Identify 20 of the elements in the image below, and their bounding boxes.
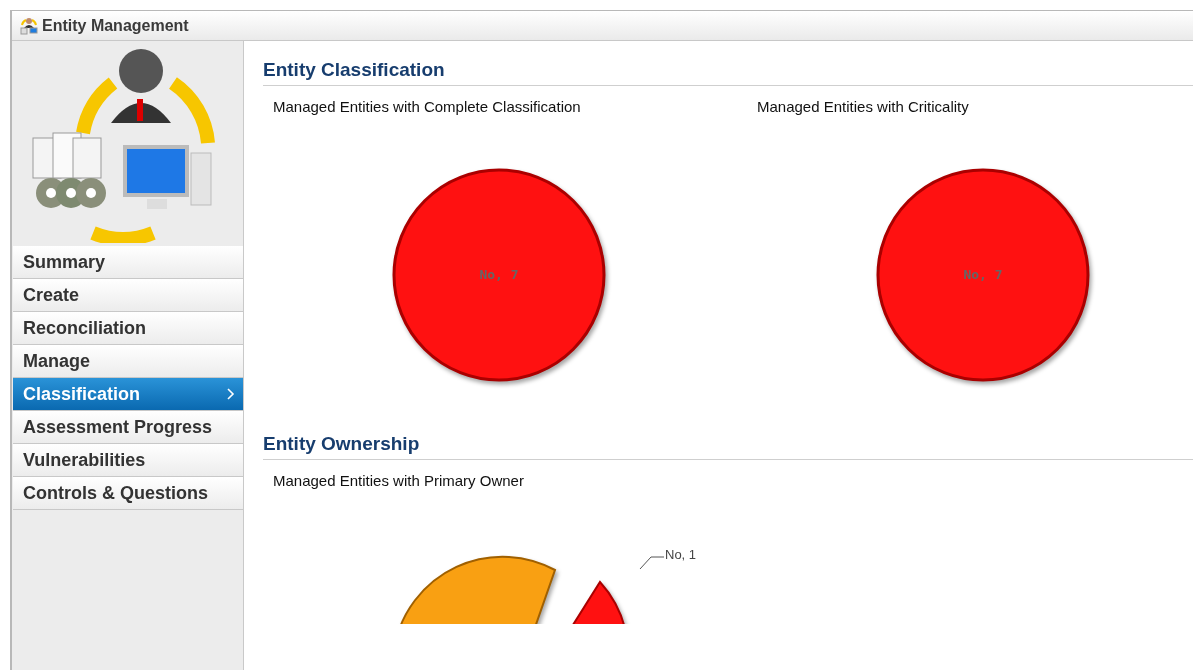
chart-title: Managed Entities with Primary Owner: [273, 472, 525, 489]
section-heading: Entity Classification: [263, 59, 1193, 86]
section-heading: Entity Ownership: [263, 433, 1193, 460]
chart-title: Managed Entities with Criticality: [757, 98, 970, 115]
sidebar-item[interactable]: Controls & Questions: [13, 477, 243, 510]
chart-title: Managed Entities with Complete Classification: [273, 98, 582, 115]
sidebar-item[interactable]: Summary: [13, 246, 243, 279]
slice-label: No, 7: [479, 267, 519, 282]
sidebar-item[interactable]: Assessment Progress: [13, 411, 243, 444]
sidebar-item[interactable]: Classification: [13, 378, 243, 411]
leader-line: [639, 554, 665, 570]
sidebar-item[interactable]: Manage: [13, 345, 243, 378]
sidebar-item[interactable]: Reconciliation: [13, 312, 243, 345]
app-icon: [20, 16, 38, 35]
slice-label: No, 7: [963, 267, 1003, 282]
window-title: Entity Management: [42, 16, 189, 35]
sidebar-item[interactable]: Create: [13, 279, 243, 312]
sidebar-item[interactable]: Vulnerabilities: [13, 444, 243, 477]
chevron-icon: [227, 388, 235, 400]
slice-label: No, 1: [665, 547, 697, 562]
